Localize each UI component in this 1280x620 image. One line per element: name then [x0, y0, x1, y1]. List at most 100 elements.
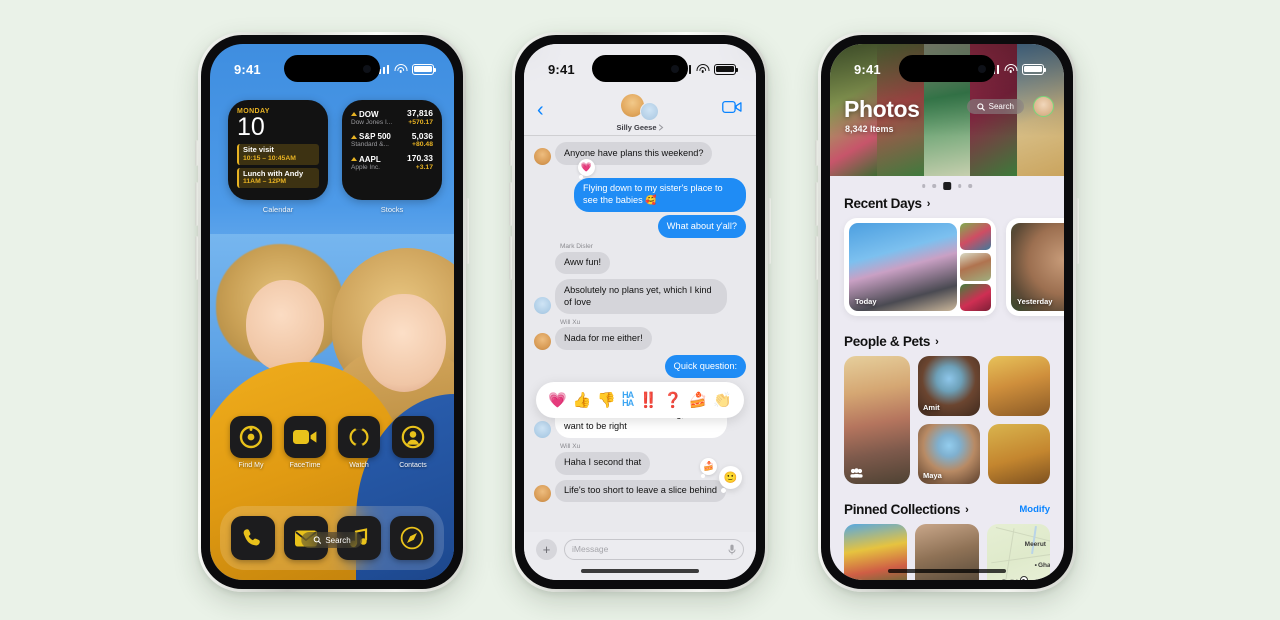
mute-button[interactable] [815, 140, 818, 166]
chevron-right-icon[interactable]: › [965, 504, 969, 516]
section-header-pinned-collections[interactable]: Pinned Collections › Modify [830, 502, 1064, 517]
volume-down-button[interactable] [509, 236, 512, 280]
message-row[interactable]: Quick question: [534, 355, 746, 378]
volume-up-button[interactable] [815, 182, 818, 226]
app-label: Watch [349, 462, 369, 469]
tapback-option-cake[interactable]: 🍰 [689, 391, 708, 409]
message-row[interactable]: Life's too short to leave a slice behind [534, 479, 746, 503]
app-facetime[interactable]: FaceTime [278, 416, 332, 469]
message-bubble[interactable]: Aww fun! [555, 251, 611, 275]
power-button[interactable] [466, 198, 469, 264]
message-row[interactable]: Aww fun! [534, 251, 746, 275]
recent-day-thumb[interactable] [960, 283, 991, 312]
message-bubble[interactable]: Absolutely no plans yet, which I kind of… [555, 279, 727, 314]
app-find-my[interactable]: Find My [224, 416, 278, 469]
tapback-picker[interactable]: 💗 👍 👎 HA HA ‼️ ❓ 🍰 👏 [536, 382, 744, 418]
recent-day-thumb[interactable] [960, 223, 991, 251]
mute-button[interactable] [195, 140, 198, 166]
stock-row[interactable]: DOW 37,816 Dow Jones I... +570.17 [351, 108, 433, 126]
modify-button[interactable]: Modify [1019, 504, 1050, 515]
stock-symbol: AAPL [359, 154, 381, 164]
person-tile[interactable] [988, 424, 1050, 485]
tapback-option-question[interactable]: ❓ [664, 391, 683, 409]
account-avatar[interactable] [1033, 96, 1054, 117]
map-place-label: Delhi [999, 579, 1018, 580]
tapback-option-clap[interactable]: 👏 [713, 391, 732, 409]
volume-up-button[interactable] [195, 182, 198, 226]
home-indicator[interactable] [581, 568, 699, 573]
section-header-recent-days[interactable]: Recent Days › [830, 196, 1064, 211]
tapback-option-exclamation[interactable]: ‼️ [639, 391, 658, 409]
tapback-option-heart[interactable]: 💗 [548, 391, 567, 409]
tapback-badge[interactable]: 💗 [578, 158, 595, 180]
home-search-button[interactable]: Search [301, 532, 363, 548]
pager-dot[interactable] [932, 184, 936, 188]
person-tile[interactable]: Maya [918, 424, 980, 485]
power-button[interactable] [1076, 198, 1079, 264]
stock-change: +3.17 [415, 163, 433, 171]
carousel-pager[interactable] [922, 182, 972, 190]
message-row[interactable]: 💗 Flying down to my sister's place to se… [534, 158, 746, 213]
group-avatars[interactable] [617, 94, 663, 122]
tapback-option-thumbs-down[interactable]: 👎 [597, 391, 616, 409]
recent-day-card[interactable]: Today [844, 218, 996, 317]
calendar-event-title: Site visit [243, 145, 274, 155]
emoji-sticker-badge[interactable]: 🙂 [719, 466, 742, 493]
message-bubble[interactable]: Haha I second that [555, 451, 651, 475]
stock-row[interactable]: S&P 500 5,036 Standard &... +80.48 [351, 131, 433, 148]
imessage-input[interactable]: iMessage [564, 538, 744, 560]
volume-down-button[interactable] [815, 236, 818, 280]
recent-day-thumb[interactable] [960, 253, 991, 281]
pager-dot[interactable] [958, 184, 962, 188]
stocks-widget[interactable]: DOW 37,816 Dow Jones I... +570.17 S&P 50… [342, 100, 442, 214]
facetime-video-icon[interactable] [722, 100, 742, 114]
person-tile[interactable]: Amit [918, 356, 980, 417]
back-button[interactable]: ‹ [537, 100, 544, 120]
message-row[interactable]: Absolutely no plans yet, which I kind of… [534, 279, 746, 314]
person-tile[interactable] [988, 356, 1050, 417]
add-attachment-button[interactable]: + [536, 538, 557, 560]
pager-dot-active[interactable] [943, 182, 951, 190]
volume-down-button[interactable] [195, 236, 198, 280]
recent-day-label: Today [855, 297, 877, 306]
tapback-badge[interactable]: 🍰 [700, 457, 718, 479]
pager-dot[interactable] [922, 184, 926, 188]
recent-day-card[interactable]: Yesterday [1006, 218, 1064, 317]
people-pets-group-tile[interactable] [844, 356, 910, 485]
app-watch[interactable]: Watch [332, 416, 386, 469]
phone-icon[interactable] [230, 516, 275, 560]
calendar-widget[interactable]: MONDAY 10 Site visit 10:15 – 10:45AM Lun… [228, 100, 328, 214]
safari-icon[interactable] [389, 516, 434, 560]
recent-days-row[interactable]: Today Yesterday [830, 218, 1064, 317]
people-pets-row[interactable]: Amit Maya [830, 356, 1064, 485]
message-sender: Mark Disler [560, 243, 593, 251]
conversation-title[interactable]: Silly Geese [616, 123, 664, 132]
message-bubble[interactable]: Nada for me either! [555, 327, 652, 351]
section-header-people-pets[interactable]: People & Pets › [830, 334, 1064, 349]
chevron-right-icon[interactable]: › [927, 198, 931, 210]
message-bubble[interactable]: What about y'all? [657, 215, 746, 239]
chevron-right-icon[interactable]: › [935, 336, 939, 348]
mic-icon[interactable] [728, 544, 736, 555]
calendar-event[interactable]: Site visit 10:15 – 10:45AM [237, 144, 319, 165]
message-bubble[interactable]: Quick question: [664, 355, 746, 378]
message-bubble[interactable]: Flying down to my sister's place to see … [574, 177, 746, 213]
mute-button[interactable] [509, 140, 512, 166]
power-button[interactable] [768, 198, 771, 264]
message-row[interactable]: Nada for me either! [534, 327, 746, 351]
photos-search-button[interactable]: Search [966, 99, 1024, 114]
message-row[interactable]: What about y'all? [534, 215, 746, 239]
volume-up-button[interactable] [509, 182, 512, 226]
message-row[interactable]: Haha I second that 🍰 [534, 451, 746, 479]
tapback-option-thumbs-up[interactable]: 👍 [573, 391, 592, 409]
home-indicator[interactable] [888, 568, 1006, 573]
app-contacts[interactable]: Contacts [386, 416, 440, 469]
message-row[interactable]: Anyone have plans this weekend? [534, 142, 746, 165]
watch-icon [338, 416, 380, 458]
message-bubble[interactable]: Anyone have plans this weekend? [555, 142, 713, 165]
pager-dot[interactable] [968, 184, 972, 188]
stock-row[interactable]: AAPL 170.33 Apple Inc. +3.17 [351, 153, 433, 171]
calendar-event[interactable]: Lunch with Andy 11AM – 12PM [237, 167, 319, 189]
message-bubble[interactable]: Life's too short to leave a slice behind [555, 479, 726, 503]
dynamic-island [592, 55, 688, 82]
